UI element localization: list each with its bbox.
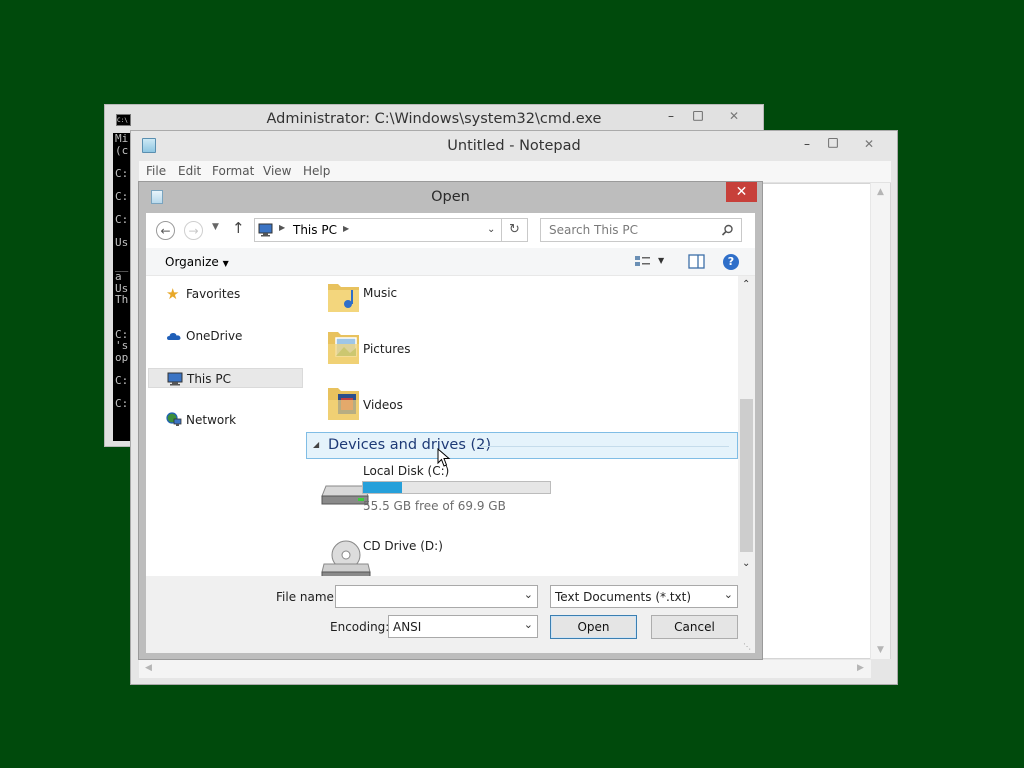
drive-item-cd-drive-d[interactable]: CD Drive (D:) <box>306 534 738 579</box>
scroll-down-icon[interactable]: ⌄ <box>742 558 750 569</box>
recent-locations-chevron-icon[interactable]: ▼ <box>212 222 219 232</box>
address-bar[interactable]: ▶ This PC ▶ ⌄ <box>254 218 502 242</box>
scroll-left-icon[interactable]: ◀ <box>145 663 152 673</box>
favorites-star-icon: ★ <box>166 285 180 303</box>
menu-edit[interactable]: Edit <box>178 164 201 178</box>
group-header-divider <box>477 446 729 447</box>
nav-item-network[interactable]: Network <box>148 410 303 430</box>
menu-file[interactable]: File <box>146 164 166 178</box>
drive-usage-fill <box>363 482 402 493</box>
breadcrumb-separator-icon[interactable]: ▶ <box>343 224 349 233</box>
file-name-label: File name: <box>276 590 338 604</box>
nav-item-label: Network <box>186 413 237 427</box>
nav-item-this-pc[interactable]: This PC <box>148 368 303 388</box>
notepad-vertical-scrollbar[interactable]: ▲ ▼ <box>870 183 890 659</box>
drive-name: CD Drive (D:) <box>363 539 443 553</box>
open-button[interactable]: Open <box>550 615 637 639</box>
folder-item-music[interactable]: Music <box>306 276 738 316</box>
change-view-icon[interactable] <box>634 255 652 269</box>
folder-name: Videos <box>363 398 403 412</box>
scrollbar-thumb[interactable] <box>740 399 753 552</box>
onedrive-cloud-icon <box>167 333 181 340</box>
file-type-value: Text Documents (*.txt) <box>555 590 692 604</box>
drive-item-local-disk-c[interactable]: Local Disk (C:) 55.5 GB free of 69.9 GB <box>306 464 738 514</box>
encoding-value: ANSI <box>393 620 422 634</box>
scroll-down-icon[interactable]: ▼ <box>877 645 884 655</box>
scroll-up-icon[interactable]: ⌃ <box>742 279 750 290</box>
search-icon <box>721 224 733 236</box>
organize-chevron-icon: ▼ <box>222 259 229 268</box>
network-icon <box>166 412 182 426</box>
resize-grip-icon[interactable]: ⋱ <box>743 642 751 651</box>
cmd-close-button[interactable]: ✕ <box>719 107 749 125</box>
dialog-title: Open <box>431 189 470 205</box>
command-toolbar: Organize ▼ ▼ ? <box>146 248 755 276</box>
music-folder-icon <box>328 284 359 312</box>
nav-item-favorites[interactable]: ★ Favorites <box>148 284 303 304</box>
scroll-right-icon[interactable]: ▶ <box>857 663 864 673</box>
up-arrow-icon[interactable]: ↑ <box>232 219 245 237</box>
view-options-chevron-icon[interactable]: ▼ <box>658 256 664 265</box>
navigation-pane: ★ Favorites OneDrive This PC Network <box>146 276 306 576</box>
file-type-select[interactable]: Text Documents (*.txt) ⌄ <box>550 585 738 608</box>
open-dialog[interactable]: Open ✕ ← → ▼ ↑ ▶ This PC ▶ ⌄ ↻ Search Th… <box>138 181 763 660</box>
cmd-maximize-button[interactable]: □ <box>683 106 713 124</box>
menu-help[interactable]: Help <box>303 164 330 178</box>
devices-and-drives-group-header[interactable]: ◢ Devices and drives (2) <box>306 432 738 459</box>
nav-item-onedrive[interactable]: OneDrive <box>148 326 303 346</box>
search-input[interactable]: Search This PC <box>540 218 742 242</box>
file-name-input[interactable]: ⌄ <box>335 585 538 608</box>
folder-name: Music <box>363 286 398 300</box>
videos-folder-icon <box>328 388 359 420</box>
drive-free-space: 55.5 GB free of 69.9 GB <box>363 499 506 513</box>
this-pc-icon <box>258 223 273 237</box>
menu-view[interactable]: View <box>263 164 291 178</box>
notepad-maximize-button[interactable]: □ <box>818 133 848 151</box>
encoding-select[interactable]: ANSI ⌄ <box>388 615 538 638</box>
back-arrow-icon[interactable]: ← <box>156 221 175 240</box>
address-dropdown-chevron-icon[interactable]: ⌄ <box>487 224 495 235</box>
cancel-button[interactable]: Cancel <box>651 615 738 639</box>
breadcrumb-separator-icon: ▶ <box>279 223 286 232</box>
help-icon[interactable]: ? <box>723 254 739 270</box>
menu-format[interactable]: Format <box>212 164 254 178</box>
notepad-horizontal-scrollbar[interactable]: ◀ ▶ <box>139 659 871 678</box>
file-name-dropdown-icon[interactable]: ⌄ <box>524 588 533 601</box>
folder-item-pictures[interactable]: Pictures <box>306 324 738 372</box>
nav-item-label: This PC <box>187 372 231 386</box>
group-header-label: Devices and drives (2) <box>328 437 492 453</box>
forward-arrow-icon[interactable]: → <box>184 221 203 240</box>
notepad-window-title: Untitled - Notepad <box>447 138 581 154</box>
dialog-body: ← → ▼ ↑ ▶ This PC ▶ ⌄ ↻ Search This PC O… <box>146 213 755 653</box>
this-pc-icon <box>167 372 183 386</box>
search-placeholder: Search This PC <box>549 223 638 237</box>
collapse-triangle-icon[interactable]: ◢ <box>313 440 319 449</box>
file-list-scrollbar[interactable]: ⌃ ⌄ <box>738 276 755 576</box>
breadcrumb-this-pc[interactable]: This PC <box>293 223 337 237</box>
encoding-label: Encoding: <box>330 620 390 634</box>
nav-item-label: Favorites <box>186 287 241 301</box>
dialog-footer: File name: ⌄ Text Documents (*.txt) ⌄ En… <box>146 576 755 653</box>
refresh-icon[interactable]: ↻ <box>502 218 528 242</box>
organize-button[interactable]: Organize ▼ <box>165 255 229 269</box>
folder-name: Pictures <box>363 342 411 356</box>
preview-pane-icon[interactable] <box>688 254 705 269</box>
encoding-dropdown-icon: ⌄ <box>523 618 533 631</box>
mouse-cursor-icon <box>437 448 451 467</box>
notepad-menubar: File Edit Format View Help <box>139 161 891 183</box>
navigation-bar: ← → ▼ ↑ ▶ This PC ▶ ⌄ ↻ Search This PC <box>146 213 755 248</box>
file-list-pane: Music Pictures Videos ◢ Devices and driv… <box>306 276 755 579</box>
pictures-folder-icon <box>328 332 359 364</box>
file-type-dropdown-icon: ⌄ <box>723 588 733 601</box>
scroll-up-icon[interactable]: ▲ <box>877 187 884 197</box>
nav-item-label: OneDrive <box>186 329 243 343</box>
folder-item-videos[interactable]: Videos <box>306 380 738 428</box>
organize-label: Organize <box>165 255 219 269</box>
drive-usage-bar <box>362 481 551 494</box>
cmd-minimize-button[interactable]: – <box>656 107 686 125</box>
dialog-close-button[interactable]: ✕ <box>726 182 757 202</box>
notepad-close-button[interactable]: ✕ <box>854 135 884 153</box>
